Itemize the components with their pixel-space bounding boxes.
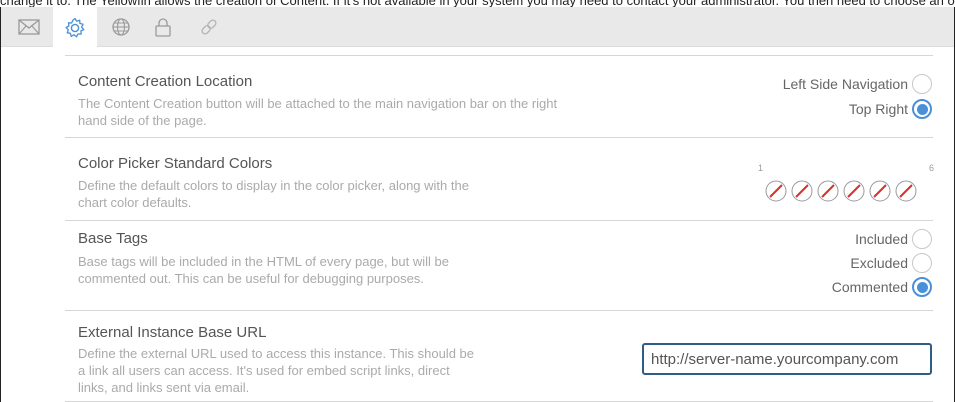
color-swatch-4[interactable] [843, 180, 865, 202]
option-label: Excluded [850, 255, 908, 271]
link-icon [201, 19, 217, 35]
radio-top-right[interactable] [912, 99, 932, 119]
option-label: Left Side Navigation [782, 76, 908, 92]
swatch-range-end: 6 [928, 163, 934, 173]
color-swatch-3[interactable] [817, 180, 839, 202]
external-url-description: Define the external URL used to access t… [78, 346, 474, 395]
envelope-icon [18, 19, 40, 35]
divider [65, 55, 933, 56]
lock-icon [155, 18, 171, 37]
option-label: Commented [831, 279, 908, 295]
divider [65, 137, 933, 138]
swatch-range-start: 1 [758, 163, 764, 173]
divider [65, 310, 933, 311]
base-tags-option-excluded[interactable]: Excluded [850, 252, 932, 274]
radio-left-side-navigation[interactable] [912, 74, 932, 94]
tab-integration[interactable] [187, 7, 231, 47]
color-swatch-list [765, 180, 921, 202]
base-tags-description: Base tags will be included in the HTML o… [78, 254, 449, 286]
radio-included[interactable] [912, 229, 932, 249]
content-creation-option-left[interactable]: Left Side Navigation [783, 73, 932, 95]
color-swatch-5[interactable] [869, 180, 891, 202]
tab-general[interactable] [53, 7, 97, 48]
option-label: Top Right [848, 101, 908, 117]
tab-email[interactable] [7, 7, 51, 47]
radio-excluded[interactable] [912, 253, 932, 273]
settings-panel: Content Creation Location The Content Cr… [0, 7, 955, 402]
globe-icon [112, 18, 130, 36]
content-creation-title: Content Creation Location [78, 73, 253, 90]
base-tags-option-included[interactable]: Included [855, 228, 932, 250]
option-label: Included [855, 231, 908, 247]
external-url-title: External Instance Base URL [78, 324, 267, 341]
radio-commented[interactable] [912, 277, 932, 297]
external-url-input[interactable] [642, 343, 932, 375]
settings-tab-bar [1, 7, 954, 48]
color-swatch-6[interactable] [895, 180, 917, 202]
base-tags-title: Base Tags [78, 230, 148, 247]
tab-security[interactable] [141, 7, 185, 47]
color-swatch-1[interactable] [765, 180, 787, 202]
content-creation-option-top-right[interactable]: Top Right [849, 98, 932, 120]
gear-icon [65, 17, 85, 37]
color-swatch-2[interactable] [791, 180, 813, 202]
color-picker-title: Color Picker Standard Colors [78, 155, 273, 172]
base-tags-option-commented[interactable]: Commented [832, 276, 932, 298]
color-picker-description: Define the default colors to display in … [78, 178, 469, 210]
tab-region[interactable] [99, 7, 143, 47]
content-creation-description: The Content Creation button will be atta… [78, 96, 558, 128]
divider [65, 220, 933, 221]
